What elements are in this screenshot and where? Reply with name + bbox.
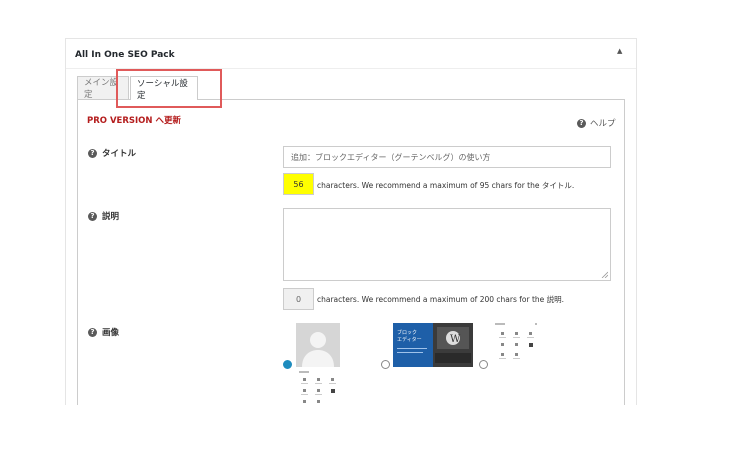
tab-label: ソーシャル設定 <box>137 78 188 101</box>
default-avatar-thumbnail[interactable] <box>296 323 340 367</box>
image-radio-block-editor[interactable] <box>381 360 390 369</box>
title-input-value: 追加：ブロックエディター（グーテンベルグ）の使い方 <box>291 152 491 162</box>
description-char-count: 0 <box>283 288 314 310</box>
question-circle-icon[interactable]: ? <box>88 148 97 158</box>
title-hint: characters. We recommend a maximum of 95… <box>317 181 575 190</box>
collapse-toggle[interactable]: ▲ <box>617 47 622 55</box>
title-input[interactable]: 追加：ブロックエディター（グーテンベルグ）の使い方 <box>283 146 611 168</box>
question-circle-icon[interactable]: ? <box>88 211 97 221</box>
thumb-text-line2: エディター <box>397 337 422 343</box>
pro-version-link[interactable]: PRO VERSION へ更新 <box>87 114 181 126</box>
triangle-up-icon: ▲ <box>617 47 623 55</box>
block-editor-thumbnail-text: ブロック エディター <box>397 330 422 344</box>
resize-handle-icon[interactable] <box>601 271 608 278</box>
tab-social-settings[interactable]: ソーシャル設定 <box>130 76 198 101</box>
question-circle-icon: ? <box>577 118 586 128</box>
editor-screenshot-thumbnail[interactable] <box>491 320 541 366</box>
title-char-count: 56 <box>283 173 314 195</box>
svg-text:W: W <box>450 334 461 345</box>
description-hint: characters. We recommend a maximum of 20… <box>317 295 565 304</box>
title-label-text: タイトル <box>102 149 137 159</box>
help-link[interactable]: ? ヘルプ <box>577 117 616 129</box>
tab-label: メイン設定 <box>84 78 119 100</box>
block-editor-thumbnail[interactable]: W ブロック エディター <box>393 323 473 367</box>
title-field-label: ? タイトル <box>88 147 136 159</box>
image-field-label: ? 画像 <box>88 326 119 338</box>
image-radio-avatar[interactable] <box>283 360 292 369</box>
panel-header-divider <box>66 68 636 69</box>
help-label: ヘルプ <box>590 119 616 129</box>
editor-blocks-thumbnail[interactable] <box>293 368 343 406</box>
tab-main-settings[interactable]: メイン設定 <box>77 76 129 100</box>
image-label-text: 画像 <box>102 328 120 338</box>
thumb-text-line1: ブロック <box>397 330 418 336</box>
question-circle-icon[interactable]: ? <box>88 327 97 337</box>
panel-title: All In One SEO Pack <box>75 50 175 60</box>
image-radio-editor-screenshot[interactable] <box>479 360 488 369</box>
description-textarea[interactable] <box>283 208 611 281</box>
description-field-label: ? 説明 <box>88 210 119 222</box>
description-label-text: 説明 <box>102 212 120 222</box>
avatar-silhouette-icon <box>296 323 340 367</box>
